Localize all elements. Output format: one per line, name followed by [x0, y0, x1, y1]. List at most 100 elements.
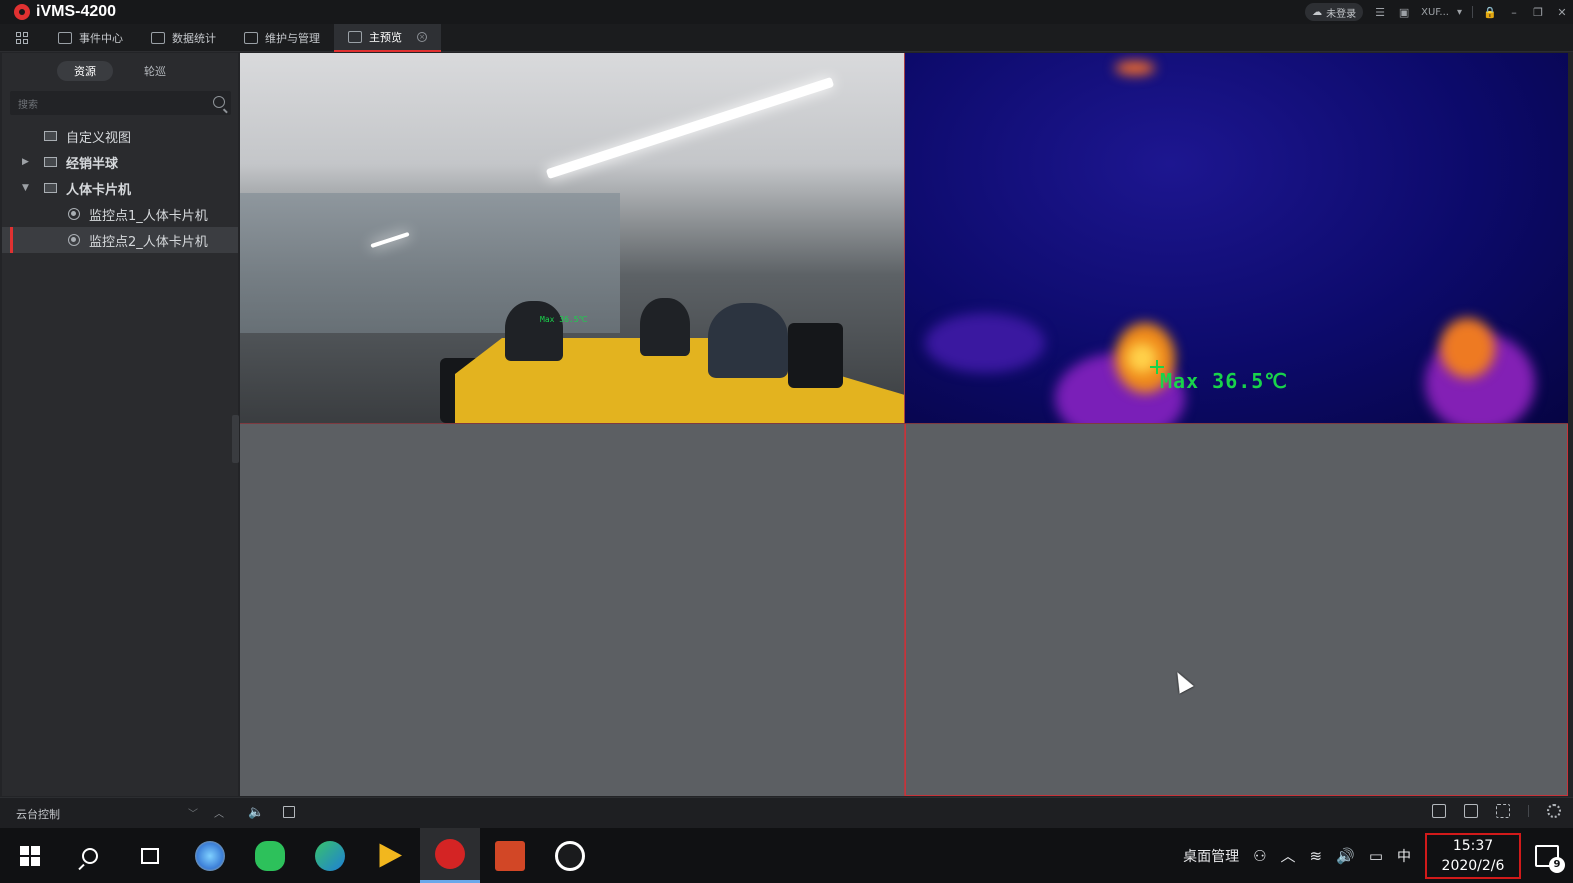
task-view-button[interactable]	[120, 828, 180, 883]
window-icon[interactable]	[1464, 804, 1478, 818]
event-center-icon	[58, 31, 72, 44]
taskbar-app-wechat[interactable]	[240, 828, 300, 883]
tab-main-preview[interactable]: 主预览 ×	[334, 23, 441, 52]
chevron-up-icon[interactable]: ︿	[1281, 845, 1296, 866]
thermal-hotspot	[925, 313, 1045, 373]
app-title: iVMS-4200	[36, 3, 117, 20]
tree-item-label: 经销半球	[66, 156, 119, 172]
layout-icon[interactable]	[1432, 804, 1446, 818]
desktop-manager-label[interactable]: 桌面管理	[1183, 846, 1239, 866]
tab-resources[interactable]: 资源	[57, 61, 113, 81]
volume-icon[interactable]: 🔈	[248, 805, 264, 820]
tree-item-camera-1[interactable]: 监控点1_人体卡片机	[2, 201, 238, 227]
people-icon[interactable]: ⚇	[1253, 847, 1266, 865]
powerpoint-icon	[495, 840, 525, 871]
wifi-icon[interactable]: ≋	[1310, 847, 1323, 865]
start-button[interactable]	[0, 828, 60, 883]
battery-icon[interactable]: ▭	[1369, 847, 1383, 865]
player-app-icon	[379, 843, 402, 868]
user-menu[interactable]: XUF... ▾	[1421, 7, 1462, 18]
taskbar-clock[interactable]: 15:37 2020/2/6	[1425, 832, 1521, 879]
notification-count-badge: 9	[1549, 856, 1565, 873]
separator	[1528, 805, 1529, 817]
folder-icon	[44, 157, 57, 167]
sidebar-collapse-handle[interactable]	[232, 415, 239, 463]
maintenance-icon	[244, 31, 258, 44]
tab-label: 维护与管理	[265, 31, 320, 45]
search-icon	[82, 847, 98, 864]
cloud-login-button[interactable]: ☁ 未登录	[1305, 3, 1364, 21]
tab-statistics[interactable]: 数据统计	[137, 24, 230, 52]
taskbar-app-player[interactable]	[360, 828, 420, 883]
tab-close-icon[interactable]: ×	[417, 31, 427, 42]
clock-date: 2020/2/6	[1441, 857, 1505, 874]
thermal-hotspot	[1115, 61, 1155, 75]
list-icon[interactable]: ☰	[1373, 5, 1387, 19]
video-window-visible[interactable]: Max 36.5℃	[240, 53, 904, 423]
ceiling-light	[545, 76, 835, 180]
taskbar-app-obs[interactable]	[540, 828, 600, 883]
chevron-down-icon[interactable]: ▼	[22, 183, 29, 193]
system-tray: 桌面管理 ⚇ ︿ ≋ 🔊 ▭ 中 15:37 2020/2/6 9	[1183, 828, 1573, 883]
cloud-status-label: 未登录	[1326, 8, 1357, 20]
folder-icon	[44, 183, 57, 193]
tree-item-custom-view[interactable]: 自定义视图	[2, 123, 238, 149]
resource-search-input[interactable]: 搜索	[10, 91, 231, 115]
tree-item-label: 自定义视图	[66, 130, 132, 146]
visible-overlay-text: Max 36.5℃	[540, 315, 588, 324]
lock-icon[interactable]: 🔒	[1483, 5, 1497, 19]
volume-icon[interactable]: 🔊	[1336, 847, 1355, 865]
taskbar-app-ivms[interactable]	[420, 828, 480, 883]
snapshot-icon[interactable]	[283, 806, 295, 818]
video-window-thermal[interactable]: Max 36.5℃	[905, 53, 1568, 423]
minimize-icon[interactable]: –	[1507, 5, 1521, 19]
windows-logo-icon	[20, 845, 40, 866]
taskbar-app-paint[interactable]	[180, 828, 240, 883]
ptz-control-label[interactable]: 云台控制	[16, 806, 60, 822]
ivms-app-icon	[435, 839, 465, 869]
camera-icon	[68, 234, 80, 246]
ivms-logo-icon	[14, 4, 30, 20]
video-window-empty-4-selected[interactable]	[905, 424, 1568, 796]
action-center-button[interactable]: 9	[1535, 844, 1565, 873]
tool-app-icon	[315, 840, 345, 871]
taskbar-app-powerpoint[interactable]	[480, 828, 540, 883]
module-tab-bar: 事件中心 数据统计 维护与管理 主预览 ×	[0, 23, 1573, 52]
title-bar-controls: ☁ 未登录 ☰ ▣ XUF... ▾ 🔒 – ❐ ✕	[1305, 2, 1569, 22]
tab-maintenance[interactable]: 维护与管理	[230, 24, 334, 52]
tab-label: 数据统计	[172, 31, 216, 45]
tab-patrol[interactable]: 轮巡	[127, 61, 183, 81]
chevron-up-icon[interactable]: ︿	[214, 805, 224, 820]
close-icon[interactable]: ✕	[1555, 5, 1569, 19]
fullscreen-icon[interactable]	[1496, 804, 1510, 818]
tab-event-center[interactable]: 事件中心	[44, 24, 137, 52]
chevron-down-icon[interactable]: ﹀	[188, 805, 198, 820]
taskbar-search-button[interactable]	[60, 828, 120, 883]
ime-indicator[interactable]: 中	[1397, 846, 1411, 866]
taskbar-app-tool[interactable]	[300, 828, 360, 883]
image-icon[interactable]: ▣	[1397, 5, 1411, 19]
chevron-down-icon: ▾	[1456, 6, 1462, 18]
tree-item-label: 监控点2_人体卡片机	[89, 234, 208, 250]
camera-icon	[68, 208, 80, 220]
tree-item-label: 人体卡片机	[66, 182, 132, 198]
search-icon[interactable]	[213, 96, 225, 108]
video-window-empty-3[interactable]	[240, 424, 904, 796]
user-name: XUF...	[1421, 6, 1449, 18]
person	[505, 301, 563, 361]
paint-app-icon	[195, 840, 225, 871]
tree-item-body-card-camera[interactable]: ▼ 人体卡片机	[2, 175, 238, 201]
module-grid-button[interactable]	[0, 24, 44, 52]
tree-item-camera-2[interactable]: 监控点2_人体卡片机	[2, 227, 238, 253]
max-temperature-readout: Max 36.5℃	[1160, 369, 1288, 393]
restore-icon[interactable]: ❐	[1531, 5, 1545, 19]
tree-item-dealer-dome[interactable]: ▶ 经销半球	[2, 149, 238, 175]
tab-label: 主预览	[369, 30, 402, 44]
settings-gear-icon[interactable]	[1547, 804, 1561, 818]
sidebar-tabs: 资源 轮巡	[2, 61, 238, 83]
main-preview-icon	[348, 30, 362, 43]
search-placeholder: 搜索	[18, 99, 38, 111]
view-controls	[1432, 804, 1561, 818]
tab-label: 事件中心	[79, 31, 123, 45]
chevron-right-icon[interactable]: ▶	[22, 157, 29, 167]
